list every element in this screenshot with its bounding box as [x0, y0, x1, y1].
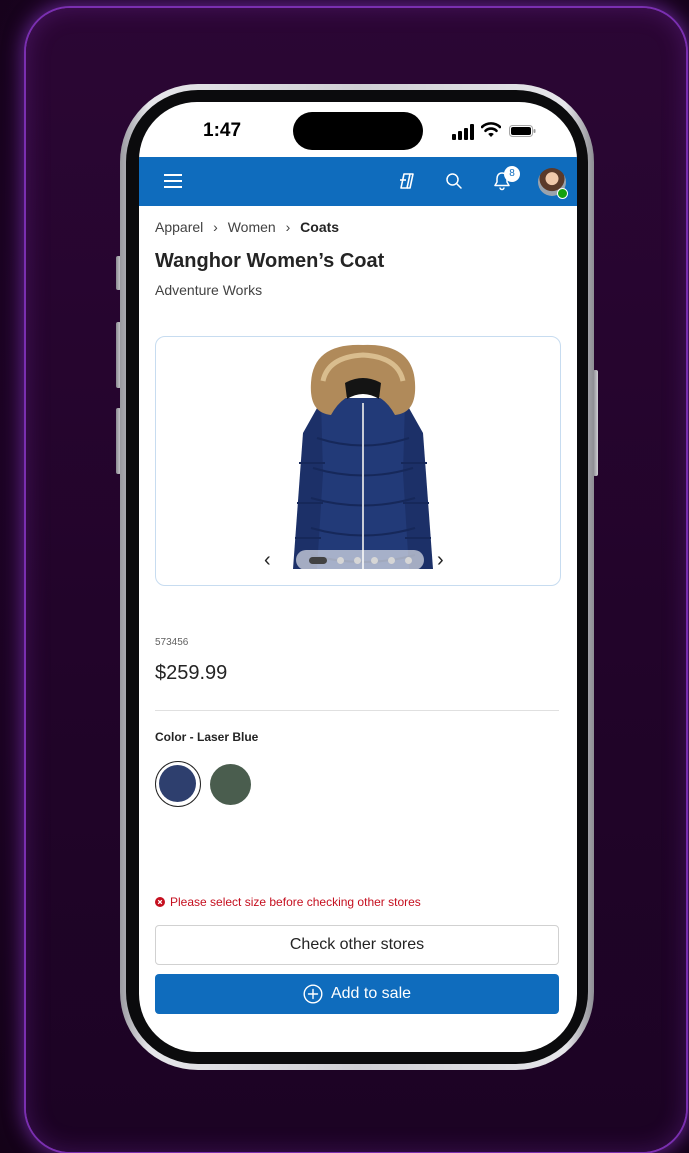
- carousel-previous-icon[interactable]: ‹: [264, 549, 271, 572]
- carousel-dot[interactable]: [353, 556, 361, 564]
- color-label: Color - Laser Blue: [155, 730, 259, 744]
- breadcrumb: Apparel › Women › Coats: [155, 219, 339, 235]
- validation-text: Please select size before checking other…: [170, 895, 421, 909]
- chevron-right-icon: ›: [285, 219, 291, 235]
- breadcrumb-item-coats: Coats: [300, 219, 340, 235]
- page-title: Wanghor Women’s Coat: [155, 250, 385, 272]
- carousel-dot[interactable]: [308, 556, 327, 564]
- app-header: 8: [139, 157, 577, 206]
- chevron-right-icon: ›: [213, 219, 218, 235]
- add-to-sale-button[interactable]: Add to sale: [155, 974, 559, 1014]
- swatch-fill: [159, 765, 196, 802]
- presence-status-icon: [557, 188, 568, 199]
- check-other-stores-button[interactable]: Check other stores: [155, 925, 559, 965]
- validation-message: Please select size before checking other…: [155, 895, 421, 909]
- color-swatch-laser-blue[interactable]: [155, 761, 201, 807]
- status-bar: 1:47: [139, 102, 577, 157]
- menu-icon[interactable]: [164, 174, 182, 188]
- product-brand: Adventure Works: [155, 282, 263, 298]
- notification-badge: 8: [504, 166, 520, 182]
- wifi-icon: [481, 122, 501, 137]
- divider: [155, 710, 559, 711]
- add-to-sale-label: Add to sale: [330, 985, 412, 1002]
- check-other-stores-label: Check other stores: [289, 936, 425, 953]
- color-swatch-green[interactable]: [210, 764, 251, 805]
- carousel-dot[interactable]: [387, 556, 395, 564]
- carousel-dot[interactable]: [336, 556, 344, 564]
- product-image-carousel[interactable]: ‹ ›: [155, 336, 561, 586]
- phone-screen: 1:47 8 Apparel › Women › Coats Wanghor W…: [139, 102, 577, 1052]
- product-price: $259.99: [155, 662, 228, 684]
- cellular-signal-icon: [452, 124, 474, 140]
- copilot-icon[interactable]: [397, 171, 417, 191]
- carousel-next-icon[interactable]: ›: [437, 549, 444, 572]
- breadcrumb-item-apparel[interactable]: Apparel: [155, 219, 203, 235]
- breadcrumb-item-women[interactable]: Women: [228, 219, 276, 235]
- product-image: [293, 344, 433, 569]
- carousel-pagination[interactable]: [296, 550, 424, 570]
- carousel-dot[interactable]: [370, 556, 378, 564]
- dynamic-island: [293, 112, 423, 150]
- battery-icon: [509, 125, 536, 137]
- carousel-dot[interactable]: [404, 556, 412, 564]
- add-circle-icon: [303, 984, 323, 1004]
- status-time: 1:47: [203, 120, 242, 141]
- product-sku: 573456: [155, 637, 189, 648]
- error-icon: [155, 897, 165, 907]
- search-icon[interactable]: [445, 172, 463, 190]
